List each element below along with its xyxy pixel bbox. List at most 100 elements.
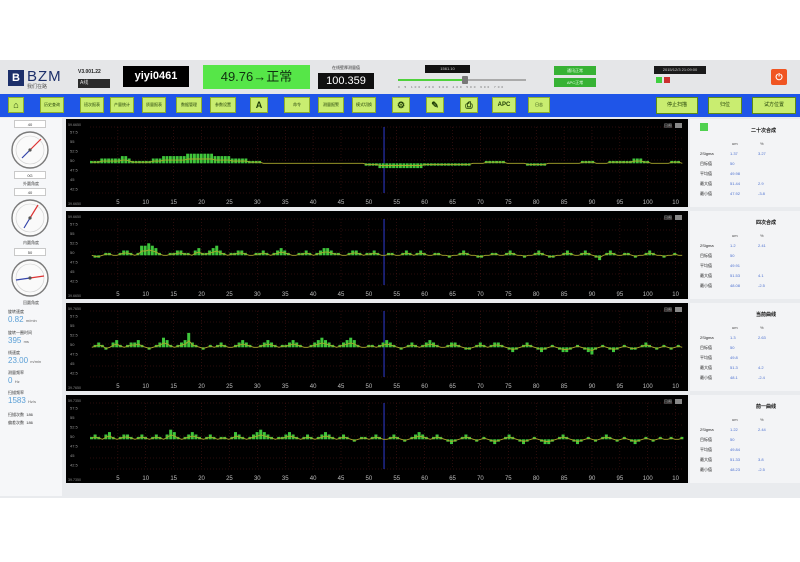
printer-icon[interactable]: ⎙ [460,97,478,113]
chart-1-back-button[interactable]: 回图 [664,123,672,129]
stat-pct: 4.1 [758,273,764,278]
x-tick-label: 30 [254,200,261,206]
x-tick-label: 95 [617,384,624,390]
comm-status-button[interactable]: 通讯正常 [554,66,596,75]
value-caption: 在线壁厚测量值 [332,65,360,70]
toolbar-button-command[interactable]: 命令 [284,97,310,113]
y-tick-label: 55 [70,139,75,144]
deviation-count-label: 偏差次数 [8,420,24,425]
x-tick-label: 60 [421,292,428,298]
x-tick-label: 50 [366,476,373,482]
toolbar-button-6[interactable]: 参数设置 [210,97,236,113]
rotation-time-number: 395 [8,336,22,345]
x-tick-label: 40 [310,292,317,298]
power-icon[interactable]: ⏻ [771,69,787,85]
chart-4-menu-icon[interactable] [675,399,682,404]
toolbar-button-mode[interactable]: 模式切换 [352,97,376,113]
toolbar-button-5[interactable]: 数据管理 [176,97,202,113]
print-report-icon[interactable]: A [250,97,268,113]
line-selector[interactable]: A线 [78,79,110,88]
chart-1-toggle-checkbox[interactable] [700,123,708,131]
gauge-3-label: 回圆角度 [23,300,39,305]
y-tick-label: 47.5 [70,351,79,356]
chart-2-back-button[interactable]: 回图 [664,215,672,221]
x-tick-label: 80 [533,476,540,482]
deviation-bar [349,337,353,348]
x-tick-label: 50 [366,384,373,390]
stats-panel-1: 二十次合成 um % 2Sigma 1.37 3.27 目标值 50 平均值 49.98… [690,119,800,207]
home-icon[interactable]: ⌂ [8,97,24,113]
x-tick-label: 30 [254,384,261,390]
position-settings-button[interactable]: 试方位置 [752,97,796,114]
stats-4-row-max: 最大值 51.33 3.8 [700,457,790,465]
stats-panel-2: 四次合成 um % 2Sigma 1.2 2.41 目标值 50 平均值 49.91 最… [690,211,800,299]
deviation-bar [190,432,194,440]
chart-4-back-button[interactable]: 回图 [664,399,672,405]
x-tick-label: 40 [310,200,317,206]
apc-status-button[interactable]: APC正常 [554,78,596,87]
stat-pct: 2.44 [758,427,766,432]
x-tick-label: 10 [142,200,149,206]
row-label: 目标值 [700,161,712,166]
stop-scan-button[interactable]: 停止扫描 [656,97,698,114]
measure-freq-value: 0 Hz [8,376,20,385]
stat-um: 49.91 [730,263,741,268]
row-label: 平均值 [700,171,712,176]
stats-4-row-2sigma: 2Sigma 1.22 2.44 [700,427,790,435]
stats-3-row-min: 最小值 48.1 -2.4 [700,375,790,383]
rotation-speed-number: 0.82 [8,315,24,324]
x-tick-label: 85 [561,200,568,206]
y-bottom-label: 39.6650 [68,294,81,298]
x-tick-label: 100 [643,384,654,390]
toolbar-button-2[interactable]: 班次报表 [80,97,104,113]
deviation-bar [266,340,270,348]
y-tick-label: 57.5 [70,314,79,319]
stat-um: 50 [730,253,735,258]
chart-3-back-button[interactable]: 回图 [664,307,672,313]
stat-um: 1.2 [730,243,736,248]
row-label: 2Sigma [700,243,714,248]
stats-2-row-2sigma: 2Sigma 1.2 2.41 [700,243,790,251]
stats-1-row-min: 最小值 47.92 -3.8 [700,191,790,199]
slider-knob[interactable] [461,76,468,84]
y-tick-label: 45 [70,177,75,182]
chart-3-menu-icon[interactable] [675,307,682,312]
logo-subtitle: 我们在路 [27,84,48,90]
stat-pct: -2.4 [758,375,765,380]
y-tick-label: 57.5 [70,222,79,227]
x-tick-label: 25 [226,292,233,298]
toolbar-button-1[interactable]: 历史查询 [40,97,64,113]
rotation-speed-unit: m/min [25,318,37,323]
deviation-bar [210,153,214,164]
x-tick-label: 80 [533,384,540,390]
scan-count-label: 扫描次数 [8,412,24,417]
toolbar-button-4[interactable]: 质量报表 [142,97,166,113]
row-label: 目标值 [700,345,712,350]
x-tick-label: 60 [421,200,428,206]
stat-pct: 2.9 [758,181,764,186]
x-tick-label: 95 [617,476,624,482]
x-tick-label: 65 [449,384,456,390]
reset-position-button[interactable]: 归位 [708,97,742,114]
deviation-bar [428,340,432,348]
wrench-icon[interactable]: ✎ [426,97,444,113]
position-slider[interactable]: 0 5 100 200 300 400 500 600 700 [398,76,526,89]
log-button[interactable]: 日志 [528,97,550,113]
stats-2-row-target: 目标值 50 [700,253,790,261]
chart-2-menu-icon[interactable] [675,215,682,220]
toolbar-button-3[interactable]: 产量统计 [110,97,134,113]
row-label: 平均值 [700,447,712,452]
x-tick-label: 25 [226,200,233,206]
x-tick-label: 5 [116,292,120,298]
stats-3-row-avg: 平均值 49.8 [700,355,790,363]
apc-button[interactable]: APC [492,97,516,113]
chart-1-menu-icon[interactable] [675,123,682,128]
x-tick-label: 10 [672,384,679,390]
gauge-2-label: 内圆角度 [23,240,39,245]
stat-um: 1.37 [730,151,738,156]
inner-angle-gauge [11,199,49,237]
toolbar-button-alarm[interactable]: 测量报警 [318,97,344,113]
x-tick-label: 15 [170,292,177,298]
gear-icon[interactable]: ⚙ [392,97,410,113]
user-id-display: yiyi0461 [123,66,189,87]
